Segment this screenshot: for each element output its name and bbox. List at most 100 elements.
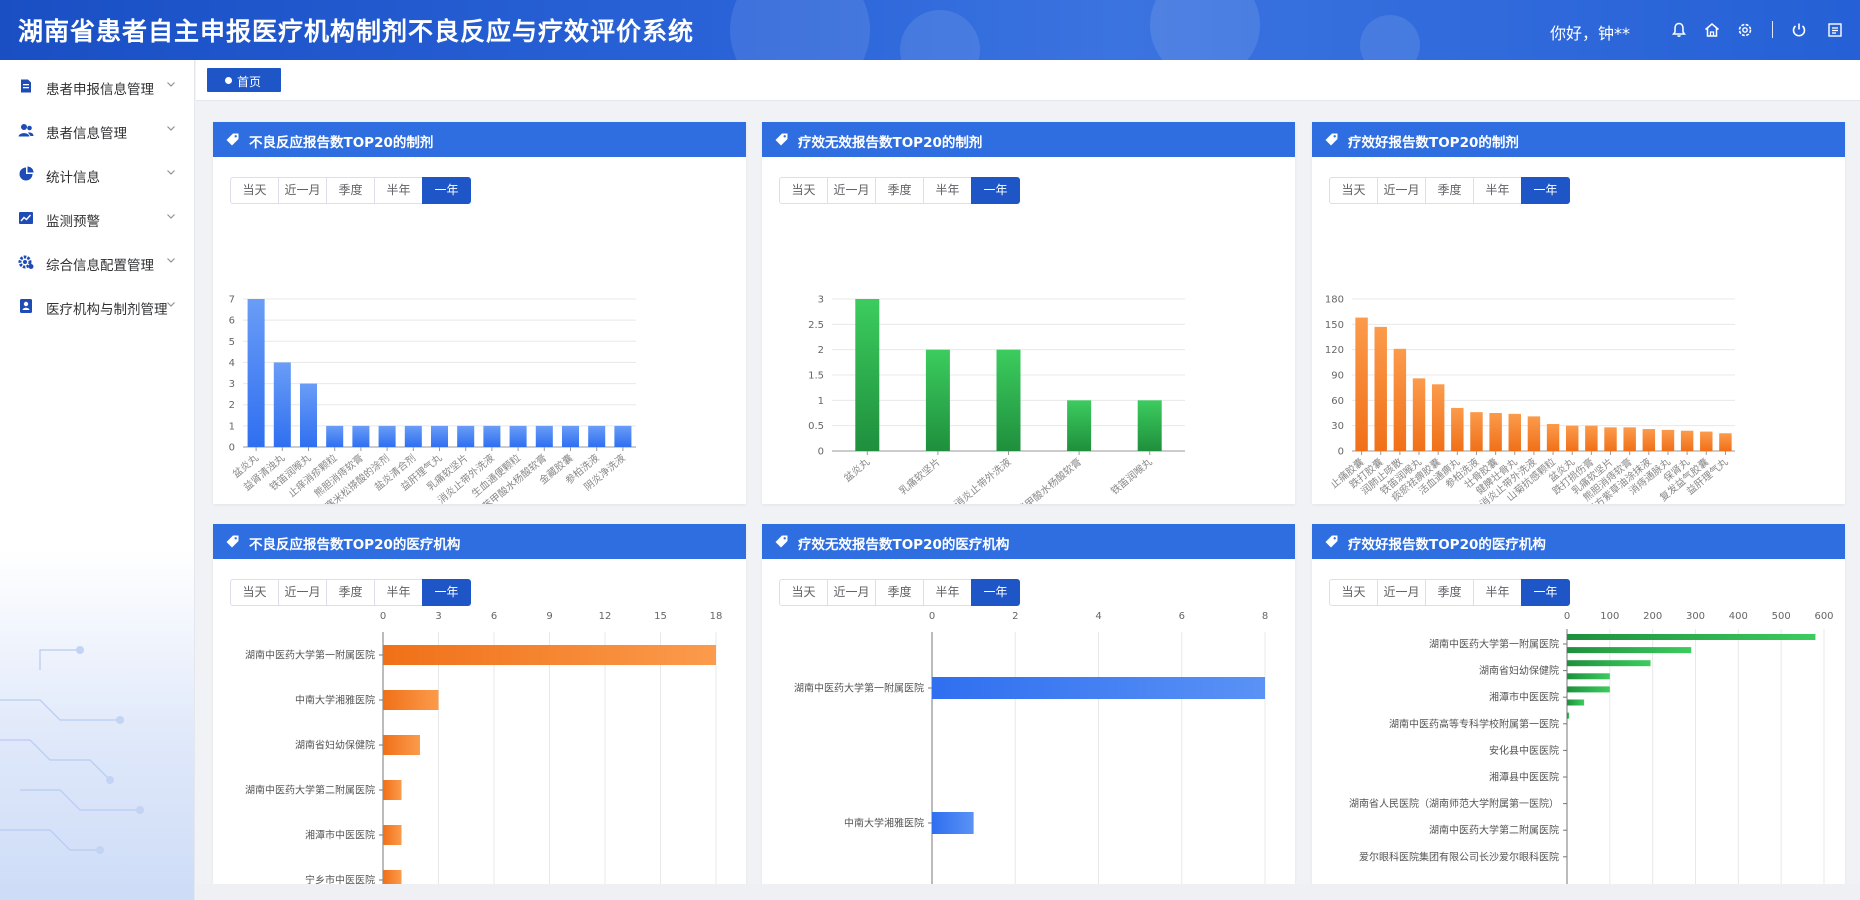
range-button[interactable]: 近一月 (278, 177, 327, 204)
sidebar-item-patient-info[interactable]: 患者信息管理 (0, 109, 194, 153)
bar[interactable] (1374, 326, 1387, 451)
bar[interactable] (509, 425, 527, 447)
tab-home[interactable]: 首页 (207, 68, 281, 92)
bar[interactable] (1566, 425, 1579, 451)
sidebar-item-config[interactable]: 综合信息配置管理 (0, 241, 194, 285)
sidebar-item-monitoring[interactable]: 监测预警 (0, 197, 194, 241)
bar[interactable] (588, 425, 606, 447)
sidebar-item-statistics[interactable]: 统计信息 (0, 153, 194, 197)
bar[interactable] (925, 349, 950, 451)
range-button[interactable]: 季度 (326, 177, 375, 204)
y-tick-label: 0.5 (808, 421, 824, 432)
x-tick-label: 100 (1600, 611, 1619, 622)
bar[interactable] (1489, 413, 1502, 451)
range-button[interactable]: 一年 (422, 177, 471, 204)
panel-effective-preparations: 疗效好报告数TOP20的制剂 当天 近一月 季度 半年 一年 0 30 60 90 120 150 18… (1312, 122, 1845, 504)
bar[interactable] (247, 299, 265, 447)
bar[interactable] (561, 425, 580, 447)
bar[interactable] (383, 870, 402, 884)
range-button[interactable]: 当天 (779, 177, 828, 204)
bar[interactable] (932, 812, 974, 834)
bar[interactable] (430, 425, 449, 447)
bar[interactable] (1431, 384, 1445, 451)
bar[interactable] (1451, 407, 1464, 451)
bar[interactable] (1567, 647, 1692, 654)
range-button[interactable]: 半年 (923, 177, 972, 204)
y-tick-label: 0 (818, 447, 824, 458)
bar[interactable] (1470, 412, 1483, 451)
bar[interactable] (1567, 712, 1570, 719)
sidebar-decoration (0, 550, 194, 900)
range-button[interactable]: 季度 (875, 177, 924, 204)
bar[interactable] (273, 362, 291, 447)
x-tick-label: 0 (929, 611, 935, 622)
sidebar-item-patient-report[interactable]: 患者申报信息管理 (0, 65, 194, 109)
user-greeting[interactable]: 你好，钟** (1550, 20, 1630, 44)
y-tick-label: 安化县中医医院 (1489, 744, 1559, 757)
bar[interactable] (352, 425, 370, 447)
bar[interactable] (1567, 673, 1610, 680)
chevron-down-icon (167, 170, 175, 175)
bar[interactable] (383, 780, 402, 800)
bell-icon[interactable] (1670, 21, 1688, 39)
range-button[interactable]: 半年 (1473, 177, 1522, 204)
bar[interactable] (383, 825, 402, 845)
bar[interactable] (1355, 317, 1368, 451)
sidebar-item-institution[interactable]: 医疗机构与制剂管理 (0, 285, 194, 329)
range-button[interactable]: 当天 (1329, 177, 1378, 204)
range-button[interactable]: 近一月 (827, 177, 876, 204)
bar[interactable] (932, 677, 1265, 699)
header-decoration (900, 10, 980, 60)
report-doc-icon (21, 79, 31, 93)
bar[interactable] (1623, 427, 1636, 451)
bar[interactable] (1412, 378, 1426, 451)
range-button[interactable]: 当天 (230, 177, 279, 204)
bar[interactable] (855, 299, 880, 451)
bar[interactable] (378, 425, 396, 447)
bar[interactable] (483, 425, 501, 447)
home-icon[interactable] (1703, 21, 1721, 39)
y-tick-label: 60 (1331, 396, 1344, 407)
gear-icon[interactable] (1736, 21, 1754, 39)
range-button[interactable]: 季度 (1425, 177, 1474, 204)
x-tick-label: 8 (1262, 611, 1268, 622)
bar[interactable] (996, 349, 1021, 451)
bar[interactable] (1680, 430, 1694, 451)
bar[interactable] (1567, 686, 1610, 693)
y-tick-label: 中南大学湘雅医院 (844, 817, 924, 830)
x-tick-label: 苯甲酸水杨酸软膏 (1014, 455, 1084, 504)
bar[interactable] (326, 425, 344, 447)
bar[interactable] (1508, 413, 1521, 451)
range-button[interactable]: 近一月 (1377, 177, 1426, 204)
bar[interactable] (383, 735, 420, 755)
bar[interactable] (1604, 427, 1617, 451)
bar[interactable] (1067, 400, 1092, 451)
range-button[interactable]: 半年 (374, 177, 423, 204)
bar[interactable] (1661, 429, 1675, 451)
bar[interactable] (1567, 660, 1651, 667)
bar[interactable] (383, 690, 439, 710)
bar[interactable] (404, 425, 422, 447)
bar[interactable] (299, 383, 318, 447)
y-tick-label: 湘潭市中医医院 (1489, 691, 1559, 704)
bar[interactable] (1567, 634, 1816, 640)
bar[interactable] (1137, 400, 1162, 451)
range-button[interactable]: 一年 (971, 177, 1020, 204)
bar[interactable] (1585, 425, 1598, 451)
chevron-down-icon (167, 302, 175, 307)
bar[interactable] (535, 425, 553, 447)
menu-icon[interactable] (1826, 21, 1844, 39)
bar[interactable] (1546, 423, 1560, 451)
range-button[interactable]: 一年 (1521, 177, 1570, 204)
bar[interactable] (1700, 431, 1713, 451)
bar[interactable] (457, 425, 475, 447)
bar[interactable] (1393, 348, 1407, 451)
power-icon[interactable] (1790, 21, 1808, 39)
bar[interactable] (614, 425, 632, 447)
bar[interactable] (1567, 699, 1585, 706)
bar[interactable] (383, 645, 716, 665)
bar[interactable] (1527, 416, 1541, 451)
bar[interactable] (1719, 433, 1732, 451)
bar[interactable] (1642, 429, 1656, 451)
y-tick-label: 湘潭市中医医院 (305, 829, 375, 842)
